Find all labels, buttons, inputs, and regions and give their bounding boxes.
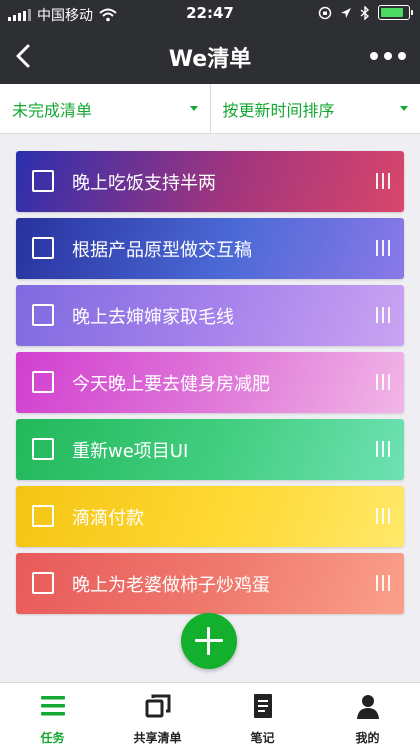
tab-bar: 任务 共享清单 笔记 我的 <box>0 682 420 746</box>
task-checkbox[interactable] <box>32 170 54 192</box>
tab-notes[interactable]: 笔记 <box>210 683 315 746</box>
task-checkbox[interactable] <box>32 505 54 527</box>
tab-mine[interactable]: 我的 <box>315 683 420 746</box>
add-task-button[interactable] <box>181 613 237 669</box>
task-item[interactable]: 晚上吃饭支持半两 <box>16 151 404 212</box>
task-item[interactable]: 重新we项目UI <box>16 419 404 480</box>
nav-bar: We清单 <box>0 28 420 84</box>
tab-label: 我的 <box>355 731 380 745</box>
drag-handle-icon[interactable] <box>376 575 390 591</box>
task-label: 滴滴付款 <box>72 508 144 529</box>
task-label: 晚上为老婆做柿子炒鸡蛋 <box>72 575 270 596</box>
tab-tasks[interactable]: 任务 <box>0 683 105 746</box>
tab-shared-list[interactable]: 共享清单 <box>105 683 210 746</box>
person-icon <box>356 695 379 719</box>
task-checkbox[interactable] <box>32 371 54 393</box>
tab-label: 任务 <box>40 731 65 745</box>
status-filter-dropdown[interactable]: 未完成清单 <box>0 84 210 133</box>
task-checkbox[interactable] <box>32 237 54 259</box>
task-checkbox[interactable] <box>32 572 54 594</box>
status-bar: 中国移动 22:47 <box>0 0 420 28</box>
drag-handle-icon[interactable] <box>376 508 390 524</box>
task-item[interactable]: 滴滴付款 <box>16 486 404 547</box>
drag-handle-icon[interactable] <box>376 240 390 256</box>
status-filter-label: 未完成清单 <box>12 100 93 120</box>
drag-handle-icon[interactable] <box>376 441 390 457</box>
task-list: 晚上吃饭支持半两 根据产品原型做交互稿 晚上去婶婶家取毛线 今天晚上要去健身房减… <box>16 151 404 620</box>
caret-down-icon <box>189 106 198 111</box>
drag-handle-icon[interactable] <box>376 374 390 390</box>
drag-handle-icon[interactable] <box>376 173 390 189</box>
task-checkbox[interactable] <box>32 304 54 326</box>
task-item[interactable]: 晚上去婶婶家取毛线 <box>16 285 404 346</box>
caret-down-icon <box>400 106 408 111</box>
shared-list-icon <box>145 694 170 718</box>
header: 中国移动 22:47 We清单 <box>0 0 420 84</box>
task-label: 根据产品原型做交互稿 <box>72 240 252 261</box>
task-label: 晚上吃饭支持半两 <box>72 173 216 194</box>
task-label: 晚上去婶婶家取毛线 <box>72 307 234 328</box>
drag-handle-icon[interactable] <box>376 307 390 323</box>
task-checkbox[interactable] <box>32 438 54 460</box>
tab-label: 共享清单 <box>133 731 182 745</box>
task-label: 今天晚上要去健身房减肥 <box>72 374 270 395</box>
task-item[interactable]: 今天晚上要去健身房减肥 <box>16 352 404 413</box>
filter-bar: 未完成清单 按更新时间排序 <box>0 84 420 134</box>
sort-label: 按更新时间排序 <box>222 100 335 120</box>
page-title: We清单 <box>168 47 252 72</box>
tab-label: 笔记 <box>250 731 275 745</box>
note-icon <box>253 694 272 718</box>
sort-dropdown[interactable]: 按更新时间排序 <box>209 84 420 133</box>
location-icon <box>341 7 351 18</box>
list-icon <box>40 696 65 716</box>
battery-icon <box>378 5 413 20</box>
bluetooth-icon <box>360 5 370 20</box>
task-label: 重新we项目UI <box>72 441 189 462</box>
orientation-lock-icon <box>318 6 332 19</box>
more-dots-icon[interactable] <box>370 45 406 67</box>
status-right <box>318 5 413 20</box>
task-item[interactable]: 根据产品原型做交互稿 <box>16 218 404 279</box>
task-item[interactable]: 晚上为老婆做柿子炒鸡蛋 <box>16 553 404 614</box>
